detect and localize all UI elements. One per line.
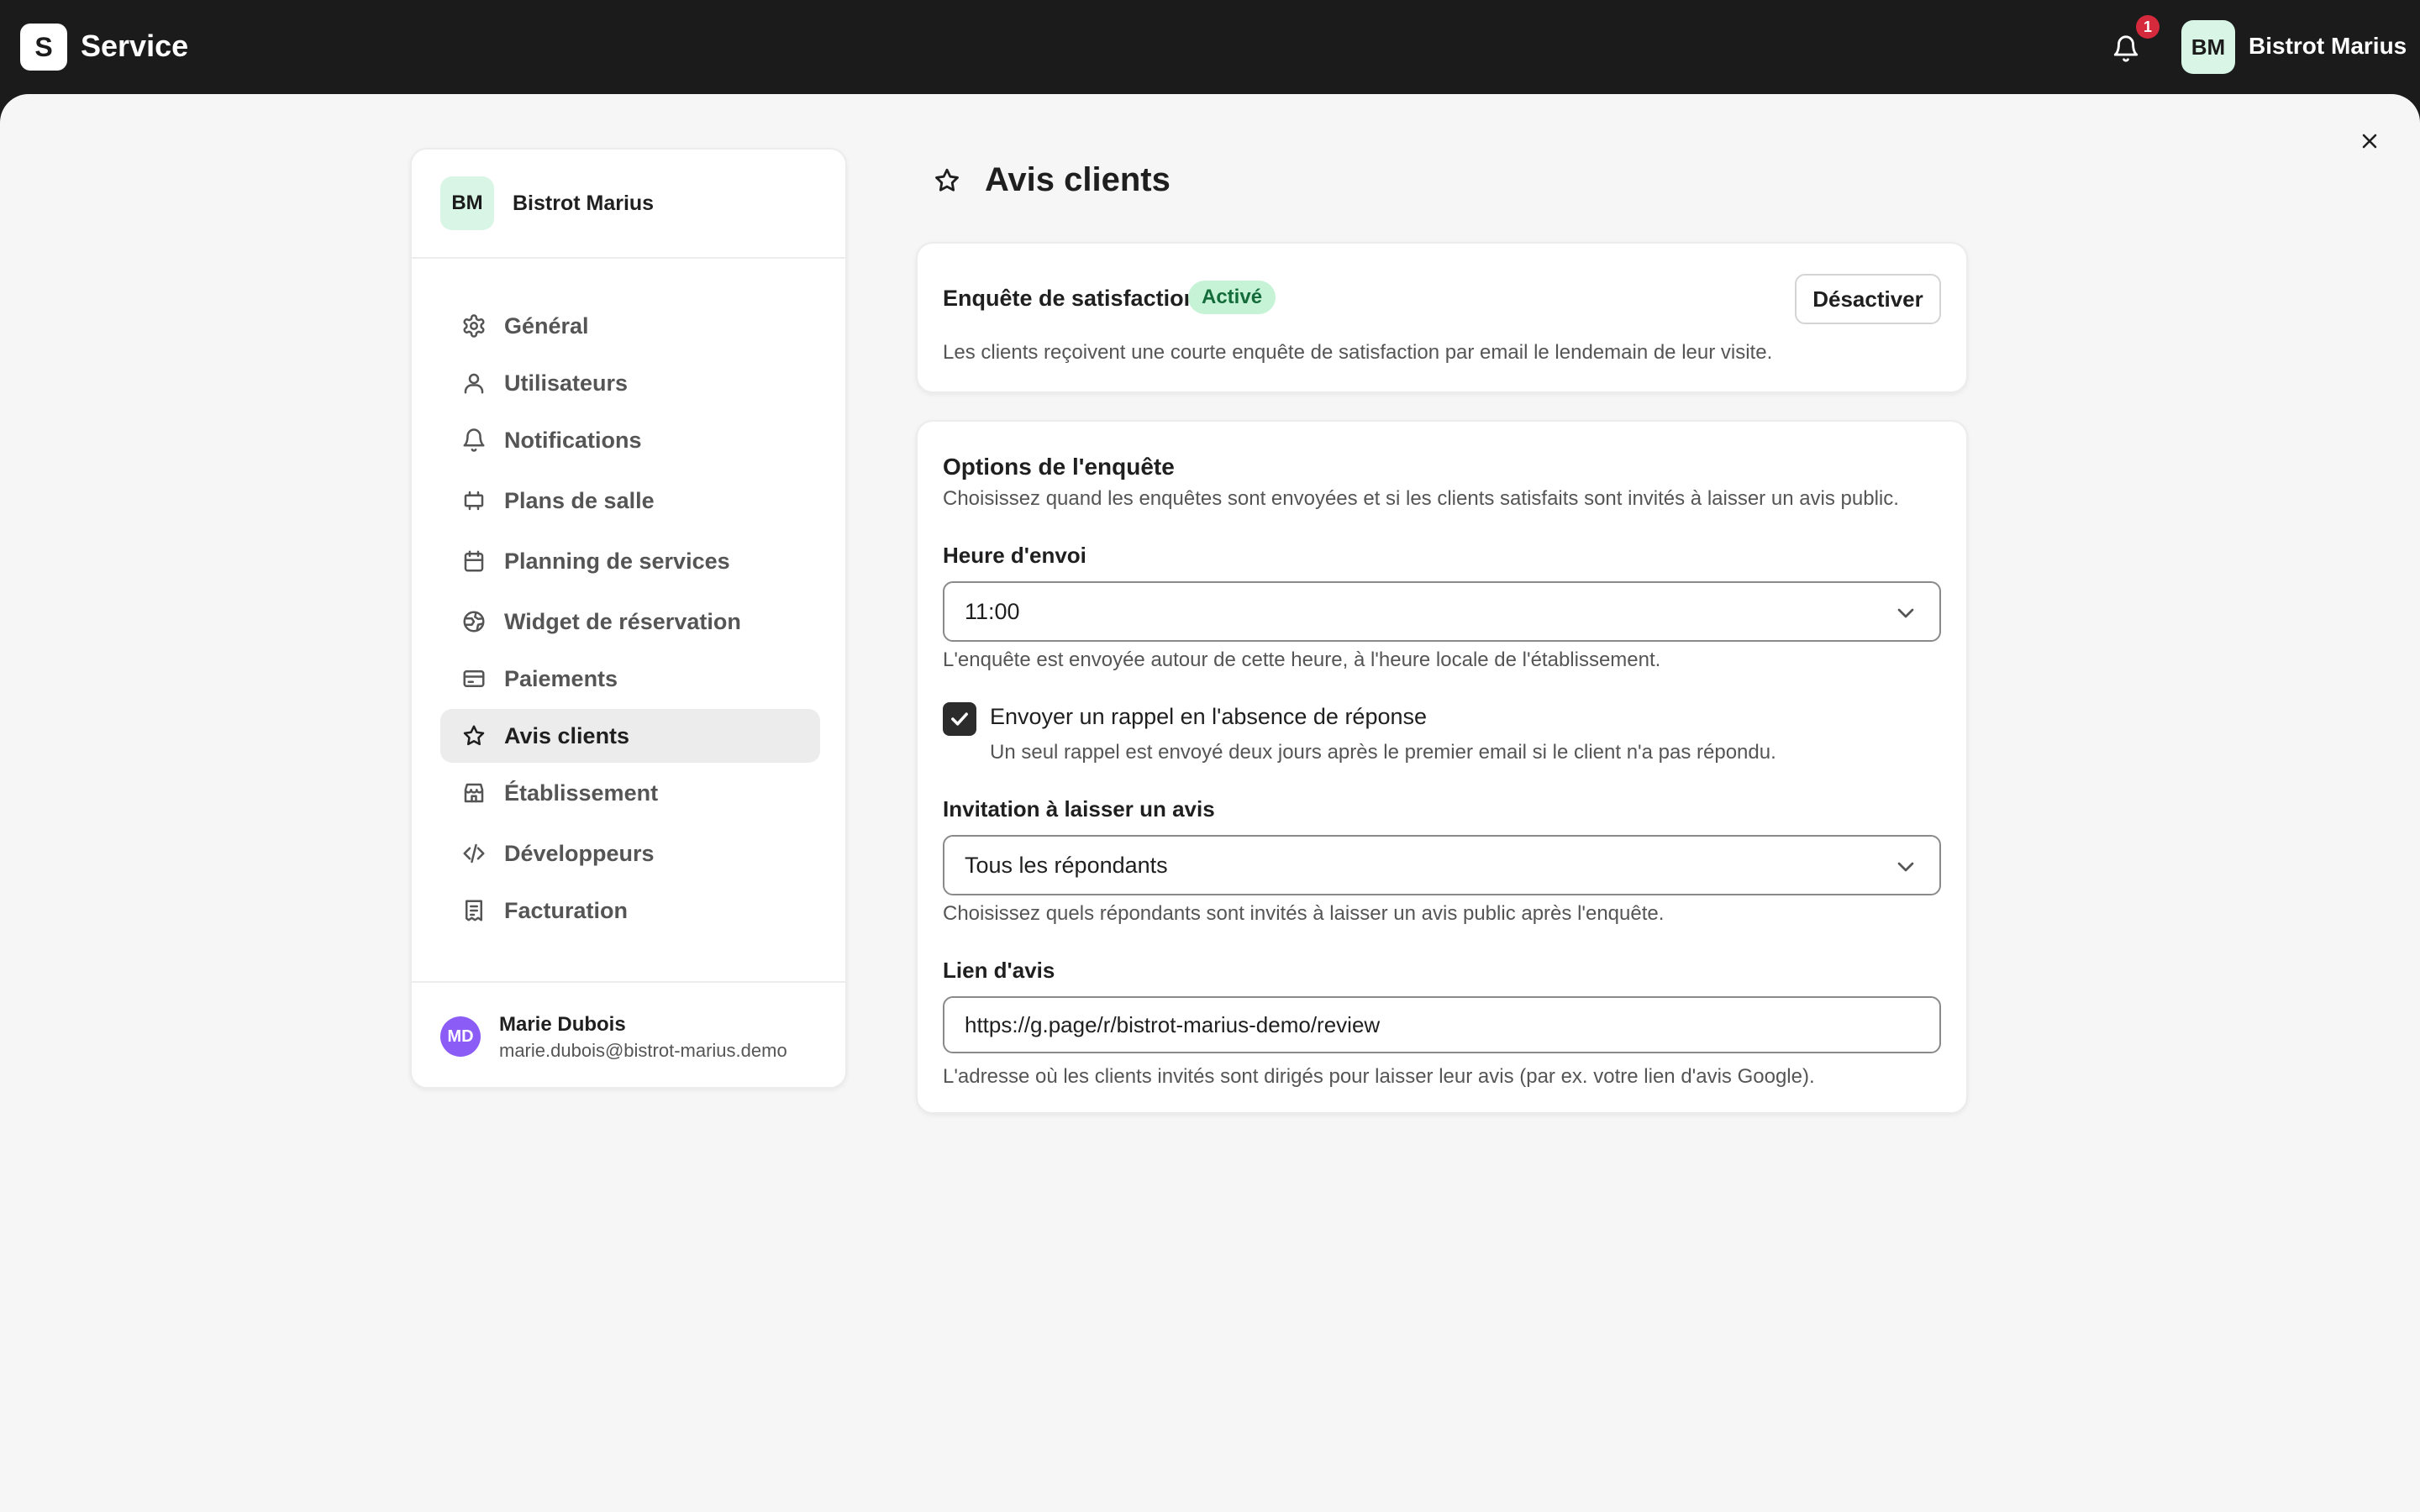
sidebar-item-label: Développeurs [504,840,655,866]
sidebar-item-users[interactable]: Utilisateurs [440,356,820,410]
account-name: Marie Dubois [499,1013,626,1036]
top-bar: S Service 1 BM Bistrot Marius [0,0,2420,94]
bell-icon [459,425,489,455]
page-title: Avis clients [985,161,1171,198]
app-name: Service [81,29,189,63]
star-icon [459,721,489,751]
sidebar-item-label: Général [504,312,589,339]
invitation-hint: Choisissez quels répondants sont invités… [943,902,1665,925]
sidebar-item-service-planning[interactable]: Planning de services [440,534,820,588]
survey-title: Enquête de satisfaction [943,286,1198,311]
store-icon [459,778,489,808]
sidebar-footer-account[interactable]: MD Marie Dubois marie.dubois@bistrot-mar… [412,981,845,1087]
sidebar-item-general[interactable]: Général [440,299,820,353]
invitation-label: Invitation à laisser un avis [943,796,1215,822]
review-link-input[interactable] [943,996,1941,1053]
settings-sidebar: BM Bistrot Marius Général Utilisateurs N… [410,148,847,1089]
notifications-bell-icon[interactable] [2107,30,2144,67]
credit-card-icon [459,664,489,694]
sidebar-item-booking-widget[interactable]: Widget de réservation [440,595,820,648]
sidebar-item-label: Établissement [504,780,659,806]
sidebar-item-billing[interactable]: Facturation [440,884,820,937]
sidebar-item-label: Utilisateurs [504,370,629,396]
survey-description: Les clients reçoivent une courte enquête… [943,341,1773,364]
globe-icon [459,606,489,637]
invitation-value: Tous les répondants [965,852,1168,878]
sidebar-item-label: Facturation [504,897,629,923]
sidebar-item-floor-plans[interactable]: Plans de salle [440,474,820,528]
status-badge: Activé [1188,281,1276,314]
invitation-select[interactable]: Tous les répondants [943,835,1941,895]
send-time-hint: L'enquête est envoyée autour de cette he… [943,648,1661,671]
reminder-label[interactable]: Envoyer un rappel en l'absence de répons… [990,704,1427,730]
org-name: Bistrot Marius [513,192,655,215]
calendar-icon [459,546,489,576]
account-email: marie.dubois@bistrot-marius.demo [499,1040,787,1061]
reminder-checkbox[interactable] [943,702,976,736]
chevron-down-icon [1892,853,1919,880]
reminder-hint: Un seul rappel est envoyé deux jours apr… [990,741,1776,764]
send-time-label: Heure d'envoi [943,543,1086,568]
send-time-select[interactable]: 11:00 [943,581,1941,642]
notification-count-badge: 1 [2136,15,2160,39]
top-avatar[interactable]: BM [2181,20,2235,74]
survey-options-card: Options de l'enquête Choisissez quand le… [916,420,1968,1114]
chevron-down-icon [1892,600,1919,627]
sidebar-item-customer-reviews[interactable]: Avis clients [440,709,820,763]
floor-plan-icon [459,486,489,516]
top-user-name[interactable]: Bistrot Marius [2249,33,2407,60]
org-avatar: BM [440,176,494,230]
send-time-value: 11:00 [965,598,1020,624]
deactivate-button[interactable]: Désactiver [1795,274,1941,324]
code-icon [459,838,489,869]
sidebar-item-notifications[interactable]: Notifications [440,413,820,467]
survey-status-card: Enquête de satisfaction Activé Désactive… [916,242,1968,393]
account-avatar: MD [440,1016,481,1057]
review-link-hint: L'adresse où les clients invités sont di… [943,1065,1815,1088]
options-title: Options de l'enquête [943,454,1175,480]
sidebar-item-label: Widget de réservation [504,608,741,634]
sidebar-item-developers[interactable]: Développeurs [440,827,820,880]
sidebar-item-payments[interactable]: Paiements [440,652,820,706]
sidebar-item-label: Paiements [504,665,618,691]
sidebar-item-label: Plans de salle [504,487,655,513]
options-description: Choisissez quand les enquêtes sont envoy… [943,487,1899,510]
sidebar-item-label: Planning de services [504,548,730,574]
sidebar-header: BM Bistrot Marius [412,150,845,259]
sidebar-item-label: Avis clients [504,722,630,748]
close-icon[interactable] [2353,124,2386,158]
app-logo[interactable]: S [20,24,67,71]
receipt-icon [459,895,489,926]
check-icon [951,712,968,726]
gear-icon [459,311,489,341]
review-link-label: Lien d'avis [943,958,1055,983]
star-icon [933,166,963,197]
sidebar-item-establishment[interactable]: Établissement [440,766,820,820]
sidebar-item-label: Notifications [504,427,642,453]
user-icon [459,368,489,398]
